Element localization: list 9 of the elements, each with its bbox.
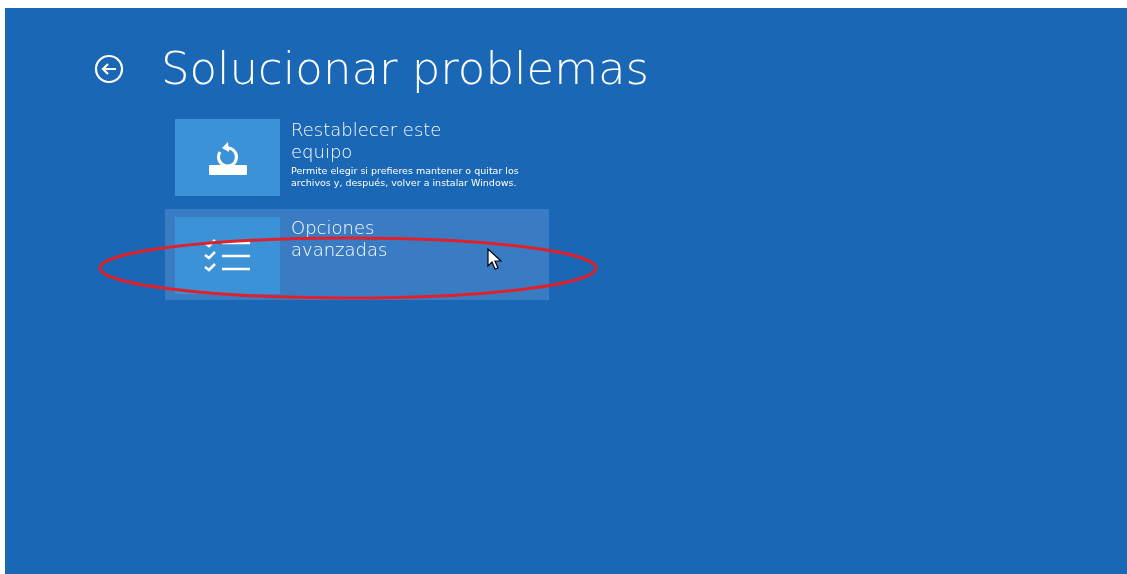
option-tile[interactable]: Opciones avanzadas — [165, 209, 549, 300]
page-title: Solucionar problemas — [161, 46, 649, 91]
option-tile[interactable]: Restablecer este equipo Permite elegir si prefieres mantener o quitar los archivos y, después, volver a instalar Windows. — [165, 111, 549, 202]
option-title: Opciones avanzadas — [291, 217, 389, 261]
checklist-icon — [203, 237, 252, 274]
back-icon[interactable] — [93, 52, 125, 85]
mouse-cursor-icon — [487, 248, 503, 270]
option-description: Permite elegir si prefieres mantener o quitar los archivos y, después, volver a instalar Windows. — [291, 165, 520, 189]
option-title: Restablecer este equipo — [291, 119, 443, 163]
